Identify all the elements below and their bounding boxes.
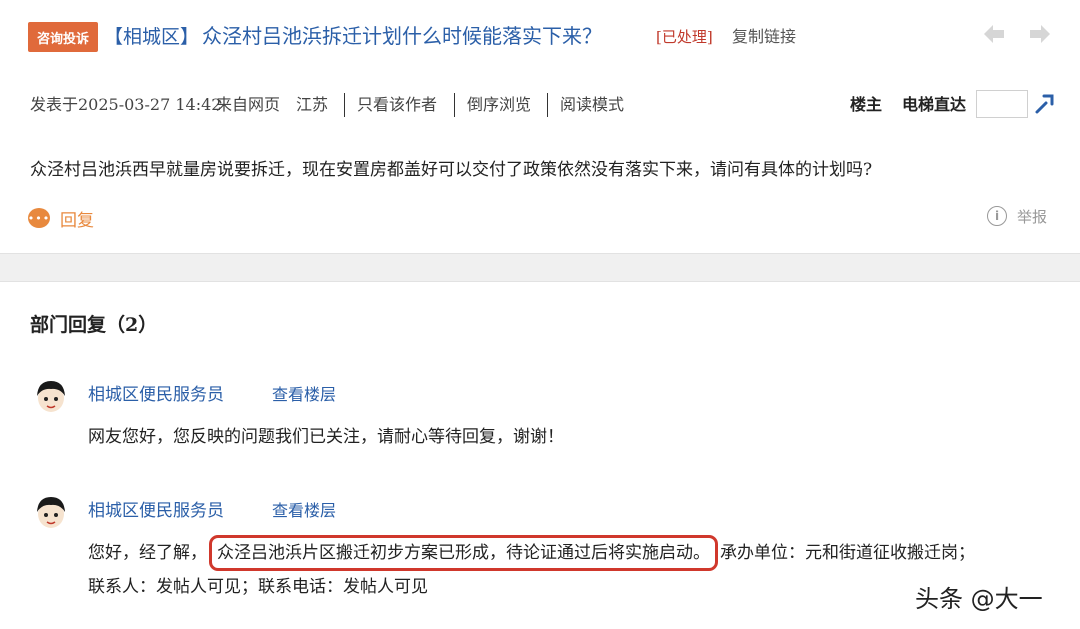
post-timestamp: 发表于2025-03-27 14:42	[30, 95, 222, 114]
post-region: 江苏	[296, 95, 329, 114]
section-heading: 部门回复（2）	[30, 314, 158, 336]
meta-divider	[454, 93, 455, 117]
reply-contact-line: 联系人：发帖人可见；联系电话：发帖人可见	[88, 577, 428, 597]
watermark: 头条 @大一	[915, 585, 1043, 613]
avatar-icon[interactable]	[32, 492, 70, 532]
copy-link-button[interactable]: 复制链接	[732, 24, 796, 50]
report-button[interactable]: i 举报	[987, 203, 1047, 229]
reply-text: 网友您好，您反映的问题我们已关注，请耐心等待回复，谢谢！	[88, 427, 564, 447]
author-only-link[interactable]: 只看该作者	[357, 92, 437, 118]
replier-name[interactable]: 相城区便民服务员	[88, 498, 224, 524]
view-floor-link[interactable]: 查看楼层	[272, 382, 336, 408]
report-label: 举报	[1017, 207, 1048, 226]
previous-thread-arrow-icon[interactable]	[980, 20, 1008, 48]
reply-button[interactable]: ••• 回复	[28, 205, 94, 231]
view-floor-link[interactable]: 查看楼层	[272, 498, 336, 524]
floor-jump-label: 电梯直达	[902, 95, 967, 114]
meta-divider	[344, 93, 345, 117]
reading-mode-link[interactable]: 阅读模式	[560, 92, 624, 118]
status-badge: [已处理]	[656, 28, 713, 46]
post-district[interactable]: 【相城区】	[104, 22, 199, 52]
meta-divider	[547, 93, 548, 117]
post-source: 来自网页	[216, 95, 281, 114]
next-thread-arrow-icon[interactable]	[1026, 20, 1054, 48]
floor-owner-label: 楼主	[850, 95, 883, 114]
reverse-order-link[interactable]: 倒序浏览	[467, 92, 531, 118]
jump-go-icon[interactable]	[1034, 92, 1056, 116]
floor-jump-input[interactable]	[976, 90, 1028, 118]
reply-text-before: 您好，经了解，	[88, 543, 207, 563]
department-replies-card: 部门回复（2） 相城区便民服务员 查看楼层 网友您好，您反映的问题我们已关注，请…	[0, 281, 1080, 629]
consult-tag: 咨询投诉	[28, 22, 98, 52]
info-icon: i	[987, 206, 1007, 226]
replier-name[interactable]: 相城区便民服务员	[88, 382, 224, 408]
reply-label: 回复	[60, 210, 94, 231]
reply-text-line: 您好，经了解， 众泾吕池浜片区搬迁初步方案已形成，待论证通过后将实施启动。 承办单位…	[88, 535, 975, 571]
chat-bubble-icon: •••	[28, 208, 50, 228]
reply-text-after: 承办单位：元和街道征收搬迁岗；	[720, 543, 975, 563]
post-title: 众泾村吕池浜拆迁计划什么时候能落实下来？	[202, 24, 602, 48]
post-card: 咨询投诉 【相城区】 众泾村吕池浜拆迁计划什么时候能落实下来？ [已处理] 复制…	[0, 0, 1080, 254]
highlighted-answer: 众泾吕池浜片区搬迁初步方案已形成，待论证通过后将实施启动。	[209, 535, 718, 571]
post-body: 众泾村吕池浜西早就量房说要拆迁，现在安置房都盖好可以交付了政策依然没有落实下来，…	[30, 160, 873, 180]
avatar-icon[interactable]	[32, 376, 70, 416]
